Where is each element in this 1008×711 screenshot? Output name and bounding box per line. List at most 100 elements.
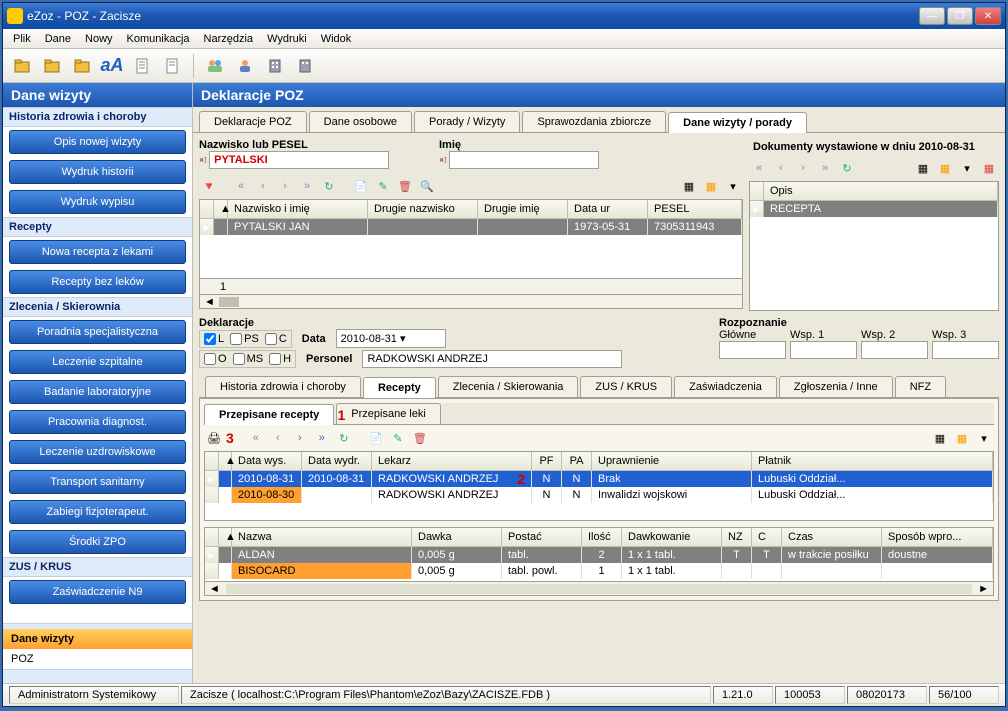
edit-icon[interactable]: ✎ (373, 176, 393, 196)
check-l[interactable]: L (204, 333, 224, 345)
lgh-c[interactable]: C (752, 528, 782, 546)
rgh-data-wydr[interactable]: Data wydr. (302, 452, 372, 470)
tab-zlecenia[interactable]: Zlecenia / Skierowania (438, 376, 579, 397)
lgh-postac[interactable]: Postać (502, 528, 582, 546)
btn-zaswiadczenie-n9[interactable]: Zaświadczenie N9 (9, 580, 186, 604)
minimize-button[interactable]: — (919, 7, 945, 25)
doc-first-icon[interactable]: « (749, 158, 769, 178)
subtab-przepisane-recepty[interactable]: Przepisane recepty 1 (204, 404, 334, 425)
gh-opis[interactable]: Opis (764, 182, 998, 200)
select-data[interactable]: 2010-08-31 ▾ (336, 329, 446, 348)
first-icon[interactable]: « (231, 176, 251, 196)
rgh-pa[interactable]: PA (562, 452, 592, 470)
input-wsp1[interactable] (790, 341, 857, 359)
doc-view1-icon[interactable]: ▦ (913, 158, 933, 178)
next-icon[interactable]: › (275, 176, 295, 196)
input-wsp2[interactable] (861, 341, 928, 359)
nav-dane-wizyty[interactable]: Dane wizyty (3, 629, 192, 649)
doc-last-icon[interactable]: » (815, 158, 835, 178)
btn-wydruk-wypisu[interactable]: Wydruk wypisu (9, 190, 186, 214)
tab-dane-wizyty-porady[interactable]: Dane wizyty / porady (668, 112, 807, 133)
rec-prev-icon[interactable]: ‹ (268, 428, 288, 448)
btn-nowa-recepta[interactable]: Nowa recepta z lekami (9, 240, 186, 264)
hscroll-left-icon[interactable]: ◄ (200, 296, 219, 308)
rec-refresh-icon[interactable]: ↻ (334, 428, 354, 448)
leki-hscroll-right-icon[interactable]: ► (974, 583, 993, 595)
doc-grid-icon[interactable]: ▦ (979, 158, 999, 178)
check-h[interactable]: H (269, 353, 291, 365)
gh-nazwisko[interactable]: Nazwisko i imię (228, 200, 368, 218)
lek-row-1[interactable]: ▶ ALDAN 0,005 g tabl. 2 1 x 1 tabl. T T … (205, 547, 993, 563)
section-historia[interactable]: Historia zdrowia i choroby (3, 107, 192, 127)
check-ms[interactable]: MS (233, 353, 264, 365)
section-recepty[interactable]: Recepty (3, 217, 192, 237)
section-zlecenia[interactable]: Zlecenia / Skierownia (3, 297, 192, 317)
recepta-row-1[interactable]: ▶ 2010-08-31 2010-08-31 RADKOWSKI ANDRZE… (205, 471, 993, 487)
btn-leczenie-szpitalne[interactable]: Leczenie szpitalne (9, 350, 186, 374)
tab-historia[interactable]: Historia zdrowia i choroby (205, 376, 361, 397)
rec-copy-icon[interactable]: 📄 (366, 428, 386, 448)
lgh-nazwa[interactable]: Nazwa (232, 528, 412, 546)
doc2-icon[interactable] (159, 53, 185, 79)
lgh-nz[interactable]: NZ (722, 528, 752, 546)
lgh-ilosc[interactable]: Ilość (582, 528, 622, 546)
gh-data-ur[interactable]: Data ur (568, 200, 648, 218)
rec-view2-icon[interactable]: ▦ (952, 428, 972, 448)
print-icon[interactable]: 🖨 (204, 428, 224, 448)
rgh-data-wys[interactable]: Data wys. (232, 452, 302, 470)
btn-pracownia-diag[interactable]: Pracownia diagnost. (9, 410, 186, 434)
input-glowne[interactable] (719, 341, 786, 359)
gh-pesel[interactable]: PESEL (648, 200, 742, 218)
patient-row[interactable]: ▶ PYTALSKI JAN 1973-05-31 7305311943 (200, 219, 742, 235)
btn-transport[interactable]: Transport sanitarny (9, 470, 186, 494)
lek-row-2[interactable]: BISOCARD 0,005 g tabl. powl. 1 1 x 1 tab… (205, 563, 993, 579)
user-icon[interactable] (232, 53, 258, 79)
delete-icon[interactable]: 🗑 (395, 176, 415, 196)
recepta-row-2[interactable]: 2010-08-30 RADKOWSKI ANDRZEJ N N Inwalid… (205, 487, 993, 503)
clear-nazwisko-icon[interactable]: ×⁝ (199, 155, 207, 166)
menu-komunikacja[interactable]: Komunikacja (121, 31, 196, 47)
view2-icon[interactable]: ▦ (701, 176, 721, 196)
select-personel[interactable]: RADKOWSKI ANDRZEJ (362, 350, 622, 368)
folder1-icon[interactable] (9, 53, 35, 79)
doc-view2-icon[interactable]: ▦ (935, 158, 955, 178)
check-c[interactable]: C (265, 333, 287, 345)
lgh-dawkowanie[interactable]: Dawkowanie (622, 528, 722, 546)
font-icon[interactable]: aA (99, 53, 125, 79)
gh-drugie-imie[interactable]: Drugie imię (478, 200, 568, 218)
tab-nfz[interactable]: NFZ (895, 376, 946, 397)
close-button[interactable]: ✕ (975, 7, 1001, 25)
rec-next-icon[interactable]: › (290, 428, 310, 448)
tab-sprawozdania[interactable]: Sprawozdania zbiorcze (522, 111, 666, 132)
menu-plik[interactable]: Plik (7, 31, 37, 47)
lgh-sposob[interactable]: Sposób wpro... (882, 528, 993, 546)
tab-zgloszenia[interactable]: Zgłoszenia / Inne (779, 376, 893, 397)
folder3-icon[interactable] (69, 53, 95, 79)
btn-zabiegi-fizjo[interactable]: Zabiegi fizjoterapeut. (9, 500, 186, 524)
find-icon[interactable]: 🔍 (417, 176, 437, 196)
rgh-pf[interactable]: PF (532, 452, 562, 470)
section-zus[interactable]: ZUS / KRUS (3, 557, 192, 577)
copy-icon[interactable]: 📄 (351, 176, 371, 196)
tab-zus-krus[interactable]: ZUS / KRUS (580, 376, 672, 397)
view1-icon[interactable]: ▦ (679, 176, 699, 196)
rec-view3-icon[interactable]: ▾ (974, 428, 994, 448)
tab-dane-osobowe[interactable]: Dane osobowe (309, 111, 412, 132)
btn-badanie-lab[interactable]: Badanie laboratoryjne (9, 380, 186, 404)
rgh-uprawnienie[interactable]: Uprawnienie (592, 452, 752, 470)
doc1-icon[interactable] (129, 53, 155, 79)
users-icon[interactable] (202, 53, 228, 79)
tab-deklaracje-poz[interactable]: Deklaracje POZ (199, 111, 307, 132)
btn-srodki-zpo[interactable]: Środki ZPO (9, 530, 186, 554)
doc-refresh-icon[interactable]: ↻ (837, 158, 857, 178)
filter-icon[interactable]: 🔻 (199, 176, 219, 196)
rec-view1-icon[interactable]: ▦ (930, 428, 950, 448)
building2-icon[interactable] (292, 53, 318, 79)
menu-nowy[interactable]: Nowy (79, 31, 119, 47)
tab-porady-wizyty[interactable]: Porady / Wizyty (414, 111, 520, 132)
lgh-dawka[interactable]: Dawka (412, 528, 502, 546)
input-nazwisko[interactable] (209, 151, 389, 169)
rec-delete-icon[interactable]: 🗑 (410, 428, 430, 448)
building1-icon[interactable] (262, 53, 288, 79)
document-row[interactable]: ▶ RECEPTA (750, 201, 998, 217)
